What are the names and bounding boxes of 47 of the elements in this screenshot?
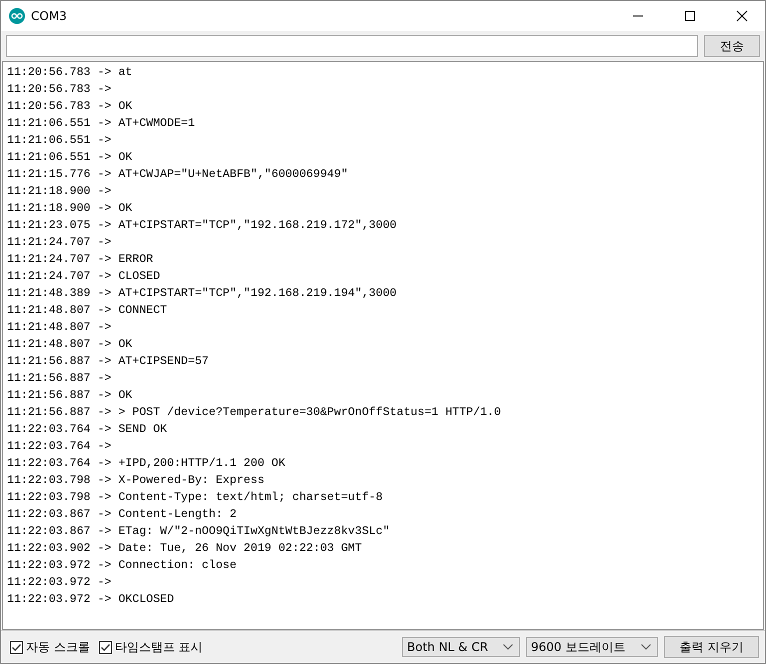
log-line: 11:21:56.887 -> AT+CIPSEND=57 [7,354,210,370]
app-logo-icon [9,8,25,24]
line-ending-dropdown[interactable]: Both NL & CR [402,637,520,657]
log-line: 11:21:48.807 -> CONNECT [7,303,168,319]
log-line: 11:21:56.887 -> [7,371,112,387]
checkbox[interactable] [10,640,23,654]
log-line: 11:22:03.867 -> ETag: W/"2-nOO9QiTIwXgNtWtBJezz8kv3SLc" [7,524,391,540]
log-line: 11:22:03.972 -> Connection: close [7,558,238,574]
log-line: 11:21:06.551 -> OK [7,150,134,166]
checkbox-label: 자동 스크롤 [26,638,90,656]
checkbox-label: 타임스탬프 표시 [114,638,203,656]
chevron-icon [503,644,513,650]
log-line: 11:21:23.075 -> AT+CIPSTART="TCP","192.168.219.172",3000 [7,218,398,234]
input-field[interactable] [6,35,698,57]
log-line: 11:22:03.902 -> Date: Tue, 26 Nov 2019 02:22:03 GMT [7,541,363,557]
log-line: 11:22:03.867 -> Content-Length: 2 [7,507,238,523]
log-line: 11:21:56.887 -> OK [7,388,134,404]
log-line: 11:22:03.764 -> +IPD,200:HTTP/1.1 200 OK [7,456,286,472]
log-line: 11:20:56.783 -> [7,82,112,98]
window-title: COM3 [31,9,67,23]
log-line: 11:22:03.798 -> Content-Type: text/html; charset=utf-8 [7,490,384,506]
log-line: 11:21:24.707 -> ERROR [7,252,154,268]
log-line: 11:20:56.783 -> at [7,65,134,81]
log-line: 11:21:15.776 -> AT+CWJAP="U+NetABFB","6000069949" [7,167,349,183]
log-line: 11:21:24.707 -> CLOSED [7,269,162,285]
log-line: 11:22:03.764 -> SEND OK [7,422,168,438]
log-line: 11:21:48.389 -> AT+CIPSTART="TCP","192.168.219.194",3000 [7,286,398,302]
checkbox[interactable] [98,640,112,654]
clear-output-button[interactable]: 출력 지우기 [664,636,759,658]
log-line: 11:21:06.551 -> [7,133,112,149]
maximize-icon[interactable] [684,10,696,22]
baud-rate-dropdown[interactable]: 9600 보드레이트 [526,637,658,657]
log-line: 11:21:24.707 -> [7,235,112,251]
log-line: 11:22:03.764 -> [7,439,112,455]
log-line: 11:22:03.972 -> [7,575,112,591]
log-line: 11:21:56.887 -> > POST /device?Temperature=30&PwrOnOffStatus=1 HTTP/1.0 [7,405,502,421]
chevron-icon [641,644,651,650]
log-line: 11:22:03.798 -> X-Powered-By: Express [7,473,266,489]
log-line: 11:21:06.551 -> AT+CWMODE=1 [7,116,196,132]
send-button[interactable]: 전송 [704,35,760,57]
log-line: 11:20:56.783 -> OK [7,99,134,115]
log-line: 11:21:18.900 -> [7,184,112,200]
log-line: 11:21:48.807 -> [7,320,112,336]
log-line: 11:21:48.807 -> OK [7,337,134,353]
close-icon[interactable] [736,10,748,22]
log-line: 11:21:18.900 -> OK [7,201,134,217]
log-line: 11:22:03.972 -> OKCLOSED [7,592,175,608]
